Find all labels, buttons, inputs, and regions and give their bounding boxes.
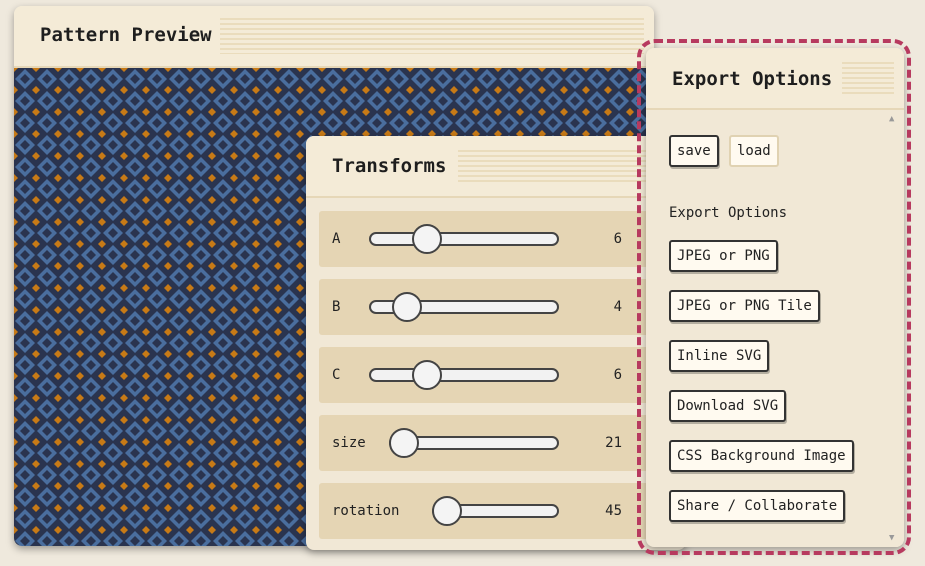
slider-value: 45	[605, 503, 622, 519]
slider-row-rotation: rotation 45	[319, 483, 679, 539]
slider-track[interactable]	[369, 368, 559, 382]
slider-value: 4	[613, 299, 622, 315]
slider-row-a: A 6	[319, 211, 679, 267]
transforms-window: Transforms A 6 B 4 C 6 size 21 rotation …	[306, 136, 686, 550]
transforms-title: Transforms	[332, 155, 447, 177]
slider-label: rotation	[332, 503, 400, 519]
slider-row-b: B 4	[319, 279, 679, 335]
slider-label: size	[332, 435, 366, 451]
slider-thumb[interactable]	[412, 360, 442, 390]
slider-value: 6	[613, 231, 622, 247]
slider-label: A	[332, 231, 341, 247]
drag-grip[interactable]	[220, 18, 644, 54]
slider-value: 21	[605, 435, 622, 451]
slider-thumb[interactable]	[392, 292, 422, 322]
slider-value: 6	[613, 367, 622, 383]
pattern-preview-title: Pattern Preview	[40, 24, 212, 46]
transforms-titlebar[interactable]: Transforms	[306, 136, 686, 198]
highlight-outline	[637, 39, 911, 555]
slider-thumb[interactable]	[432, 496, 462, 526]
slider-row-size: size 21	[319, 415, 679, 471]
pattern-preview-titlebar[interactable]: Pattern Preview	[14, 6, 654, 68]
slider-track[interactable]	[369, 232, 559, 246]
slider-label: B	[332, 299, 341, 315]
slider-thumb[interactable]	[389, 428, 419, 458]
slider-label: C	[332, 367, 341, 383]
slider-row-c: C 6	[319, 347, 679, 403]
slider-thumb[interactable]	[412, 224, 442, 254]
